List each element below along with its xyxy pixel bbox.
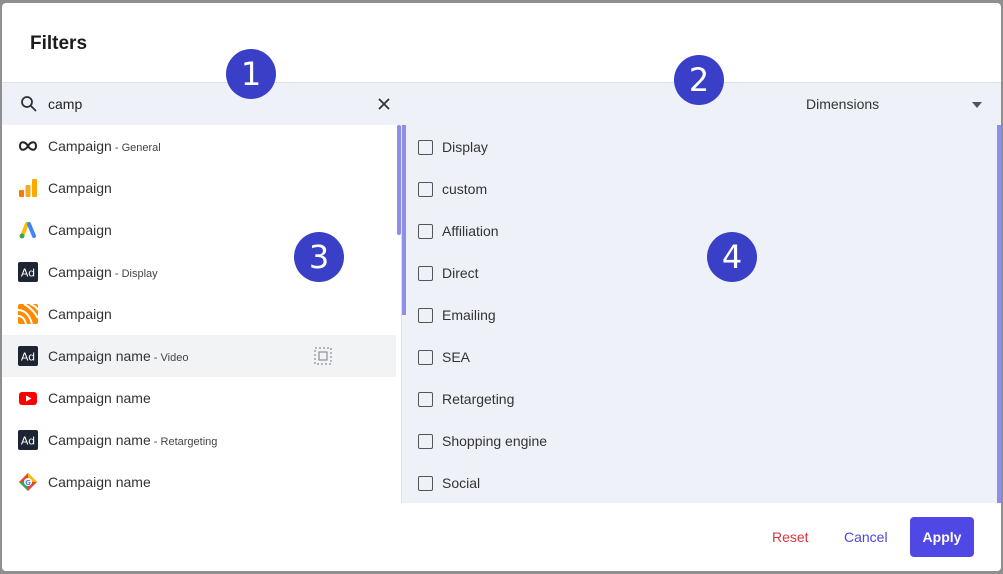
list-item-label: Campaign name [48, 474, 151, 490]
checkbox-label: custom [442, 181, 488, 197]
dimension-list: Campaign - General Campaign Campaign Ad [2, 125, 402, 503]
youtube-icon [19, 392, 37, 405]
checkbox-label: Emailing [442, 307, 496, 323]
annotation-marker-4: 4 [707, 232, 757, 282]
svg-text:G: G [25, 479, 31, 487]
adobe-ad-icon: Ad [18, 262, 38, 282]
search-icon [21, 96, 37, 112]
dimension-select[interactable]: Dimensions [792, 83, 992, 125]
checkbox-label: Affiliation [442, 223, 499, 239]
close-icon[interactable] [374, 94, 394, 114]
adobe-ad-icon: Ad [18, 346, 38, 366]
checkbox-label: Direct [442, 265, 479, 281]
values-list: Display custom Affiliation Direct Emaili… [402, 125, 1001, 503]
list-item-label: Campaign name [48, 390, 151, 406]
list-item-sublabel: - General [111, 142, 161, 154]
list-item[interactable]: G Campaign name [2, 461, 396, 503]
checkbox[interactable] [418, 308, 433, 323]
list-item-label: Campaign name [48, 348, 151, 364]
checkbox-label: Display [442, 139, 488, 155]
values-scrollbar-right[interactable] [997, 125, 1001, 503]
list-item-label: Campaign [48, 264, 112, 280]
list-item[interactable]: Campaign [2, 293, 396, 335]
list-item[interactable]: Campaign name [2, 377, 396, 419]
checkbox[interactable] [418, 182, 433, 197]
adobe-ad-icon: Ad [18, 430, 38, 450]
list-item-sublabel: - Video [150, 352, 189, 364]
dialog-title: Filters [30, 33, 88, 54]
checkbox[interactable] [418, 476, 433, 491]
annotation-marker-3: 3 [294, 232, 344, 282]
orange-stripes-icon [18, 304, 38, 324]
cancel-button[interactable]: Cancel [844, 529, 888, 545]
checkbox-label: SEA [442, 349, 471, 365]
infinity-icon [18, 141, 38, 151]
filters-dialog: Filters Dimensions Campaign - General [2, 3, 1001, 571]
values-scrollbar-left[interactable] [402, 125, 406, 315]
checkbox[interactable] [418, 350, 433, 365]
google-ads-icon [19, 222, 36, 239]
apply-button[interactable]: Apply [910, 517, 974, 557]
list-item-label: Campaign name [48, 432, 151, 448]
list-item[interactable]: Campaign [2, 167, 396, 209]
dialog-footer: Reset Cancel Apply [2, 503, 1001, 571]
google-analytics-icon [19, 179, 37, 197]
chevron-down-icon [972, 102, 982, 108]
list-item-sublabel: - Display [111, 268, 158, 280]
list-item-label: Campaign [48, 138, 112, 154]
list-item-label: Campaign [48, 222, 112, 238]
select-area-icon[interactable] [314, 347, 332, 365]
dimension-select-value: Dimensions [806, 96, 880, 112]
list-item[interactable]: Ad Campaign name - Retargeting [2, 419, 396, 461]
svg-text:Ad: Ad [21, 435, 35, 448]
list-item-label: Campaign [48, 306, 112, 322]
list-item-label: Campaign [48, 180, 112, 196]
checkbox[interactable] [418, 140, 433, 155]
list-item[interactable]: Campaign - General [2, 125, 396, 167]
list-item[interactable]: Ad Campaign name - Video [2, 335, 396, 377]
svg-text:Ad: Ad [21, 267, 35, 280]
svg-text:Ad: Ad [21, 351, 35, 364]
checkbox[interactable] [418, 392, 433, 407]
checkbox-label: Retargeting [442, 391, 515, 407]
annotation-marker-2: 2 [674, 55, 724, 105]
checkbox-label: Shopping engine [442, 433, 548, 449]
search-input[interactable] [48, 93, 348, 115]
filter-toolbar: Dimensions [2, 82, 1001, 126]
google-tag-icon: G [19, 473, 37, 491]
list-item-sublabel: - Retargeting [150, 436, 218, 448]
annotation-marker-1: 1 [226, 49, 276, 99]
checkbox-label: Social [442, 475, 481, 491]
reset-button[interactable]: Reset [772, 529, 809, 545]
checkbox[interactable] [418, 266, 433, 281]
checkbox[interactable] [418, 434, 433, 449]
checkbox[interactable] [418, 224, 433, 239]
